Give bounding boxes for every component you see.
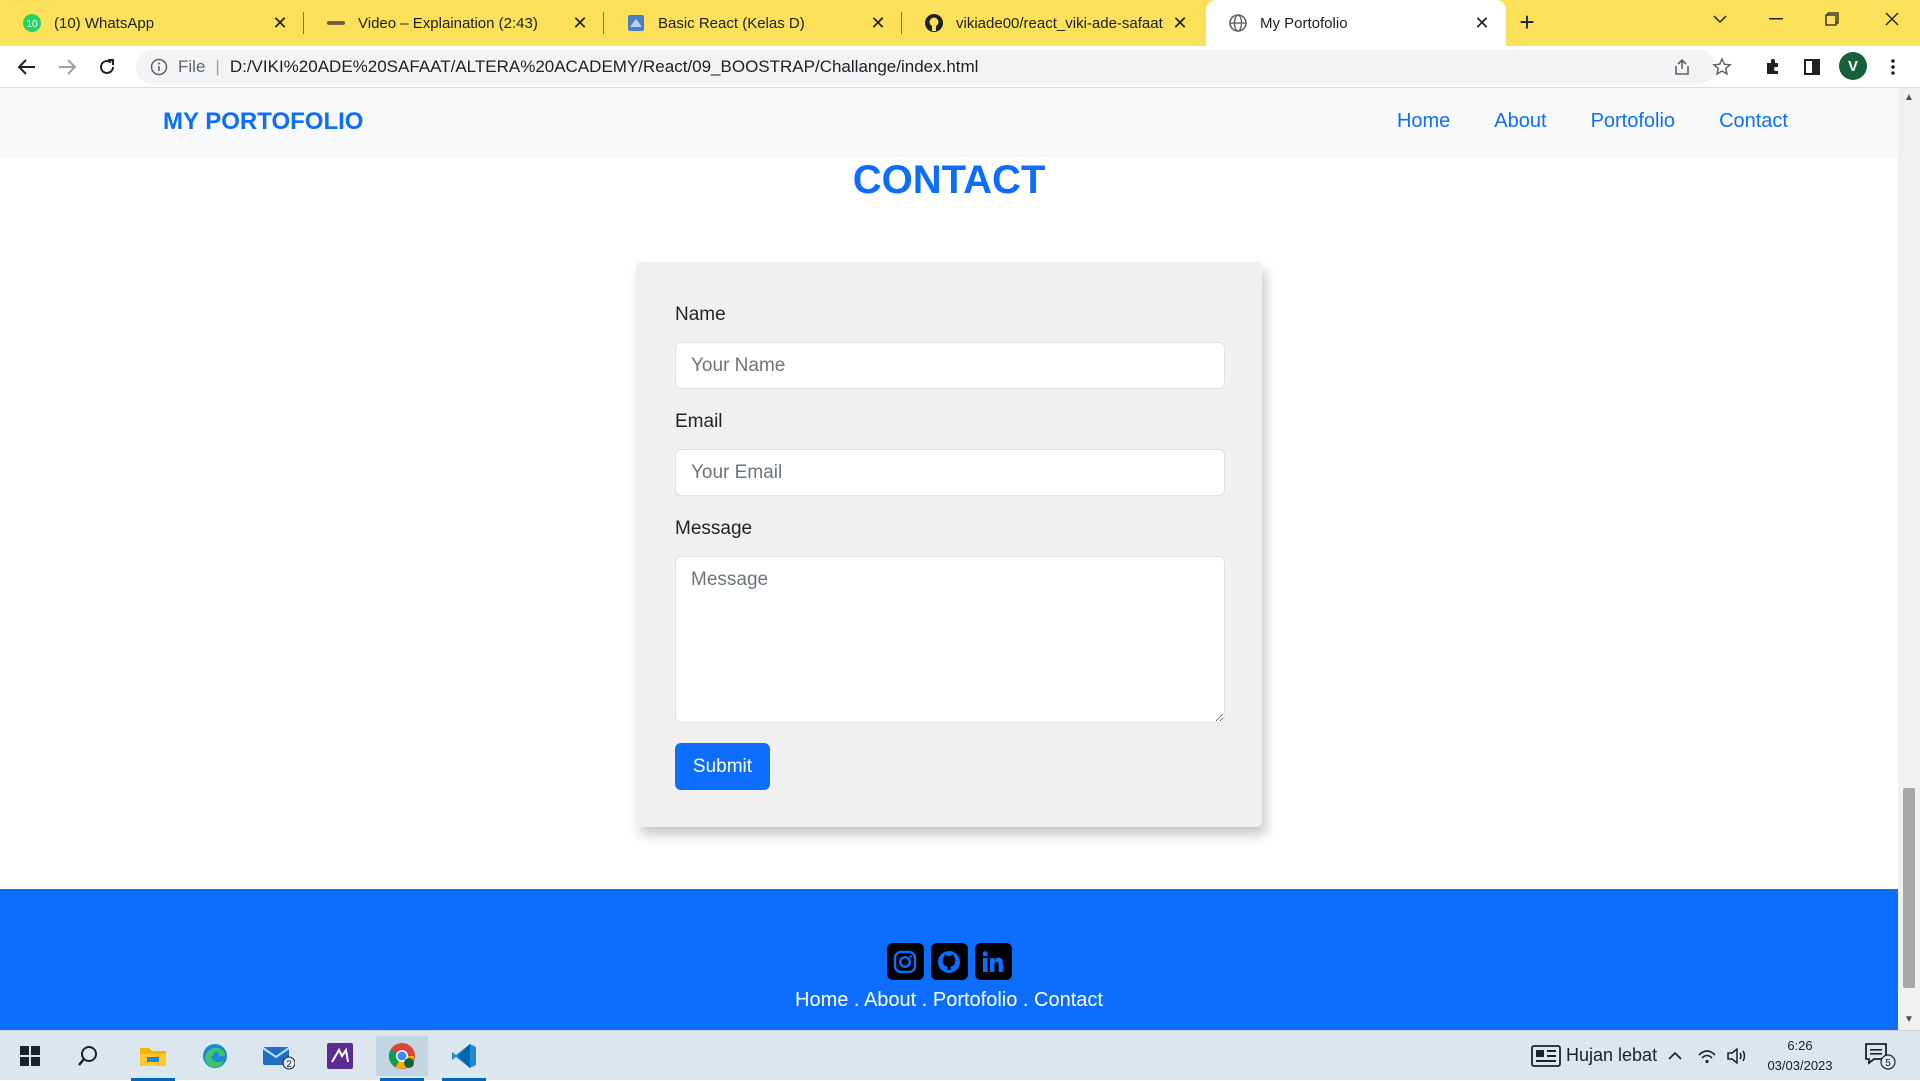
- file-explorer-icon[interactable]: [127, 1036, 179, 1081]
- clock-time: 6:26: [1787, 1038, 1813, 1053]
- svg-text:2: 2: [286, 1059, 291, 1069]
- weather-text[interactable]: Hujan lebat: [1566, 1045, 1657, 1066]
- svg-text:10: 10: [26, 19, 38, 30]
- footer-portofolio-link[interactable]: Portofolio: [933, 989, 1018, 1011]
- browser-toolbar: File | D:/VIKI%20ADE%20SAFAAT/ALTERA%20A…: [0, 46, 1920, 88]
- forward-icon[interactable]: [52, 52, 82, 82]
- minimize-icon[interactable]: [1748, 0, 1804, 38]
- svg-text:5: 5: [1885, 1058, 1891, 1069]
- tab-title: Video – Explaination (2:43): [358, 14, 538, 32]
- back-icon[interactable]: [12, 52, 42, 82]
- page-scrollbar[interactable]: ▲ ▼: [1898, 88, 1920, 1030]
- tab-video[interactable]: Video – Explaination (2:43) ✕: [304, 0, 604, 46]
- instagram-icon[interactable]: [886, 943, 924, 980]
- social-icons: [0, 943, 1898, 980]
- wifi-icon[interactable]: [1692, 1036, 1722, 1076]
- tab-strip: 10 (10) WhatsApp ✕ Video – Explaination …: [0, 0, 1920, 46]
- tab-title: vikiade00/react_viki-ade-safaat: [956, 14, 1163, 32]
- scrollbar-thumb[interactable]: [1903, 788, 1915, 988]
- menu-kebab-icon[interactable]: [1878, 52, 1908, 82]
- footer-contact-link[interactable]: Contact: [1034, 989, 1103, 1011]
- name-label: Name: [675, 304, 726, 325]
- footer-about-link[interactable]: About: [864, 989, 916, 1011]
- news-widget-icon[interactable]: [1520, 1036, 1572, 1076]
- whatsapp-icon: 10: [22, 13, 42, 33]
- footer-links: Home . About . Portofolio . Contact: [0, 989, 1898, 1012]
- close-tab-icon[interactable]: ✕: [1170, 13, 1190, 33]
- windows-taskbar: 2 Hujan lebat 6:26 03/03/2023 5: [0, 1030, 1920, 1081]
- nav-portofolio-link[interactable]: Portofolio: [1591, 110, 1676, 133]
- clock-date: 03/03/2023: [1767, 1058, 1833, 1073]
- edge-browser-icon[interactable]: [189, 1036, 241, 1076]
- tab-title: My Portofolio: [1260, 14, 1348, 32]
- email-label: Email: [675, 411, 723, 432]
- address-bar[interactable]: File | D:/VIKI%20ADE%20SAFAAT/ALTERA%20A…: [136, 50, 1716, 84]
- globe-icon: [1228, 13, 1248, 33]
- side-panel-icon[interactable]: [1797, 52, 1827, 82]
- reload-icon[interactable]: [92, 52, 122, 82]
- chevron-up-icon[interactable]: [1660, 1036, 1690, 1076]
- new-tab-button[interactable]: +: [1512, 8, 1542, 38]
- notification-center-icon[interactable]: 5: [1856, 1036, 1904, 1076]
- tab-my-portofolio[interactable]: My Portofolio ✕: [1206, 0, 1506, 46]
- windows-start-icon[interactable]: [4, 1036, 56, 1076]
- close-tab-icon[interactable]: ✕: [270, 13, 290, 33]
- tab-github[interactable]: vikiade00/react_viki-ade-safaat ✕: [902, 0, 1204, 46]
- restore-icon[interactable]: [1804, 0, 1860, 38]
- close-tab-icon[interactable]: ✕: [1472, 13, 1492, 33]
- visual-studio-icon[interactable]: [314, 1036, 366, 1076]
- tab-search-icon[interactable]: [1692, 0, 1748, 38]
- nav-about-link[interactable]: About: [1494, 110, 1546, 133]
- extensions-icon[interactable]: [1758, 52, 1788, 82]
- profile-avatar[interactable]: V: [1839, 52, 1867, 80]
- tab-title: Basic React (Kelas D): [658, 14, 805, 32]
- tab-whatsapp[interactable]: 10 (10) WhatsApp ✕: [0, 0, 304, 46]
- taskbar-clock[interactable]: 6:26 03/03/2023: [1760, 1036, 1840, 1076]
- scroll-up-arrow[interactable]: ▲: [1903, 92, 1915, 104]
- site-navbar: MY PORTOFOLIO Home About Portofolio Cont…: [0, 88, 1898, 158]
- message-textarea[interactable]: [675, 556, 1225, 723]
- volume-icon[interactable]: [1722, 1036, 1752, 1076]
- nav-contact-link[interactable]: Contact: [1719, 110, 1788, 133]
- linkedin-icon[interactable]: [974, 943, 1012, 980]
- close-tab-icon[interactable]: ✕: [868, 13, 888, 33]
- github-icon[interactable]: [930, 943, 968, 980]
- vscode-icon[interactable]: [438, 1036, 490, 1081]
- url-scheme: File: [178, 57, 206, 76]
- video-icon: [326, 13, 346, 33]
- message-label: Message: [675, 518, 753, 539]
- tab-basic-react[interactable]: Basic React (Kelas D) ✕: [604, 0, 902, 46]
- search-icon[interactable]: [62, 1036, 114, 1076]
- close-tab-icon[interactable]: ✕: [570, 13, 590, 33]
- url-divider: |: [215, 57, 220, 76]
- name-input[interactable]: [675, 342, 1225, 389]
- footer-home-link[interactable]: Home: [795, 989, 848, 1011]
- page-viewport: MY PORTOFOLIO Home About Portofolio Cont…: [0, 88, 1898, 1030]
- site-footer: Home . About . Portofolio . Contact: [0, 889, 1898, 1030]
- share-icon[interactable]: [1667, 52, 1697, 82]
- url-text: D:/VIKI%20ADE%20SAFAAT/ALTERA%20ACADEMY/…: [229, 57, 979, 76]
- site-nav-links: Home About Portofolio Contact: [1397, 110, 1788, 133]
- mail-icon[interactable]: 2: [252, 1036, 304, 1076]
- close-window-icon[interactable]: [1864, 0, 1920, 38]
- github-icon: [924, 13, 944, 33]
- submit-button[interactable]: Submit: [675, 743, 770, 790]
- chrome-icon[interactable]: [376, 1036, 428, 1081]
- email-input[interactable]: [675, 449, 1225, 496]
- nav-home-link[interactable]: Home: [1397, 110, 1450, 133]
- footer-separator: .: [916, 989, 933, 1011]
- scroll-down-arrow[interactable]: ▼: [1903, 1014, 1915, 1026]
- document-icon: [626, 13, 646, 33]
- site-brand[interactable]: MY PORTOFOLIO: [163, 108, 363, 136]
- footer-separator: .: [1017, 989, 1035, 1011]
- bookmark-star-icon[interactable]: [1707, 52, 1737, 82]
- info-icon[interactable]: [150, 58, 168, 76]
- contact-heading: CONTACT: [852, 158, 1046, 202]
- tab-title: (10) WhatsApp: [54, 14, 155, 32]
- contact-form-card: Name Email Message Submit: [636, 262, 1262, 827]
- footer-separator: .: [848, 989, 864, 1011]
